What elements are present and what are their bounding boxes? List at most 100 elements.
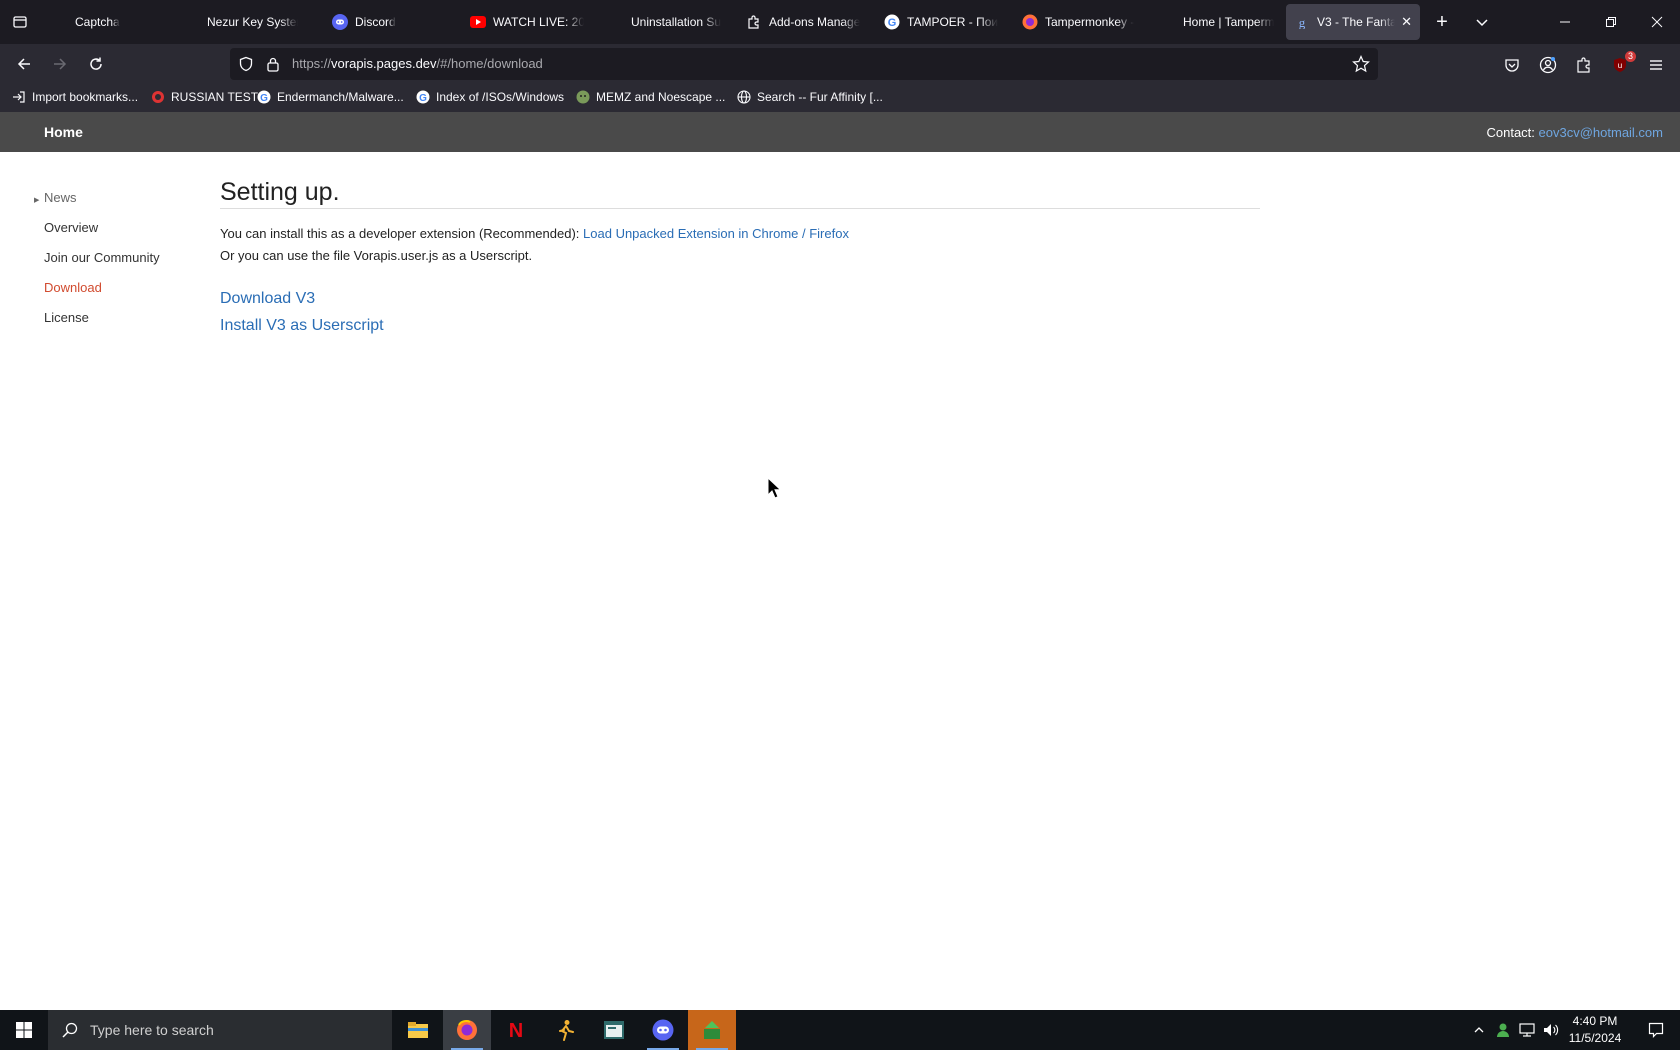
running-man-icon[interactable]: [541, 1010, 589, 1050]
forward-arrow-icon[interactable]: [46, 50, 74, 78]
tab-nezur[interactable]: Nezur Key System - C: [176, 4, 306, 40]
url-prefix: https://: [292, 56, 332, 71]
sidebar-item-license[interactable]: License: [44, 310, 89, 325]
blank-favicon: [1160, 14, 1176, 30]
caret-right-icon: ▶: [34, 197, 40, 204]
restore-icon[interactable]: [1588, 0, 1634, 44]
blank-favicon: [184, 14, 200, 30]
minimize-icon[interactable]: [1542, 0, 1588, 44]
google-favicon: G: [884, 14, 900, 30]
netflix-icon[interactable]: N: [492, 1010, 540, 1050]
search-icon: [62, 1022, 78, 1038]
contact-email-link[interactable]: eov3cv@hotmail.com: [1539, 125, 1663, 140]
volume-icon[interactable]: [1540, 1010, 1562, 1050]
file-explorer-icon[interactable]: [394, 1010, 442, 1050]
bookmark-memz[interactable]: MEMZ and Noescape ...: [576, 90, 725, 104]
svg-text:N: N: [509, 1020, 523, 1041]
tab-title: Tampermonkey -: [1045, 15, 1135, 29]
bookmark-index-isos[interactable]: G Index of /ISOs/Windows: [416, 90, 564, 104]
show-hidden-icons-chevron-up-icon[interactable]: [1468, 1010, 1490, 1050]
sidebar-item-news[interactable]: News: [44, 190, 77, 205]
mouse-cursor-icon: [767, 476, 782, 504]
system-clock[interactable]: 4:40 PM 11/5/2024: [1560, 1013, 1630, 1047]
discord-icon[interactable]: [639, 1010, 687, 1050]
bookmark-label: MEMZ and Noescape ...: [596, 90, 726, 104]
sidebar-item-overview[interactable]: Overview: [44, 220, 98, 235]
tab-watch-live[interactable]: WATCH LIVE: 202: [462, 4, 592, 40]
tab-title: Home | Tamperm: [1183, 15, 1274, 29]
install-userscript-link[interactable]: Install V3 as Userscript: [220, 317, 384, 335]
windows-start-icon[interactable]: [0, 1010, 48, 1050]
tab-uninstallation[interactable]: Uninstallation Su: [600, 4, 730, 40]
tab-title: WATCH LIVE: 202: [493, 15, 584, 29]
g-favicon: g: [1294, 14, 1310, 30]
account-icon[interactable]: [1537, 54, 1559, 76]
bookmark-star-icon[interactable]: [1352, 55, 1370, 78]
installer-app-icon[interactable]: [688, 1010, 736, 1050]
user-tray-icon[interactable]: [1492, 1010, 1514, 1050]
taskbar: Type here to search N 4:40 PM 11/5/2024: [0, 1010, 1680, 1050]
bookmark-russian-test[interactable]: RUSSIAN TEST: [151, 90, 258, 104]
contact: Contact: eov3cv@hotmail.com: [1486, 125, 1663, 140]
tab-title: V3 - The Fantas: [1317, 15, 1396, 29]
bookmark-endermanch[interactable]: G Endermanch/Malware...: [257, 90, 404, 104]
close-tab-icon[interactable]: ✕: [1401, 14, 1412, 30]
back-arrow-icon[interactable]: [10, 50, 38, 78]
tab-captcha[interactable]: Captcha: [44, 4, 174, 40]
tab-title: Captcha: [75, 15, 120, 29]
download-v3-link[interactable]: Download V3: [220, 290, 315, 308]
sidebar-item-download[interactable]: Download: [44, 280, 102, 295]
address-bar[interactable]: https://vorapis.pages.dev/#/home/downloa…: [230, 48, 1378, 80]
google-icon: G: [257, 90, 271, 104]
svg-text:g: g: [1299, 15, 1306, 29]
discord-favicon: [332, 14, 348, 30]
svg-text:G: G: [888, 17, 897, 29]
install-text: You can install this as a developer exte…: [220, 226, 580, 241]
bookmark-import[interactable]: Import bookmarks...: [12, 90, 138, 104]
extension-badge: 3: [1624, 51, 1636, 62]
ublock-icon[interactable]: u 3: [1609, 51, 1636, 76]
tab-home-tampermonkey[interactable]: Home | Tamperm: [1152, 4, 1282, 40]
bookmark-fur-affinity[interactable]: Search -- Fur Affinity [...: [737, 90, 883, 104]
url-path: /#/home/download: [436, 56, 543, 71]
home-link[interactable]: Home: [44, 124, 83, 140]
network-icon[interactable]: [1516, 1010, 1538, 1050]
close-window-icon[interactable]: [1634, 0, 1680, 44]
import-icon: [12, 90, 26, 104]
tab-addons[interactable]: Add-ons Manage: [738, 4, 868, 40]
clock-date: 11/5/2024: [1568, 1031, 1622, 1045]
app-window-icon[interactable]: [590, 1010, 638, 1050]
hamburger-menu-icon[interactable]: [1645, 54, 1667, 76]
tab-tampermonkey[interactable]: Tampermonkey -: [1014, 4, 1144, 40]
firefox-icon[interactable]: [443, 1010, 491, 1050]
shield-icon[interactable]: [238, 56, 254, 77]
svg-text:u: u: [1618, 61, 1622, 70]
notifications-icon[interactable]: [1636, 1010, 1676, 1050]
url-text[interactable]: https://vorapis.pages.dev/#/home/downloa…: [292, 56, 543, 71]
clock-time: 4:40 PM: [1572, 1014, 1618, 1028]
page-title: Setting up.: [220, 178, 340, 206]
globe-icon: [737, 90, 751, 104]
bookmark-label: Import bookmarks...: [32, 90, 139, 104]
bookmarks-toolbar: Import bookmarks... RUSSIAN TEST G Ender…: [0, 84, 1680, 112]
globe-icon: [151, 90, 165, 104]
chevron-down-icon[interactable]: [1470, 10, 1494, 34]
bookmark-label: Search -- Fur Affinity [...: [757, 90, 883, 104]
url-host: vorapis.pages.dev: [331, 56, 437, 71]
firefox-view-icon[interactable]: [8, 10, 32, 34]
reload-icon[interactable]: [82, 50, 110, 78]
lock-icon[interactable]: [266, 56, 280, 77]
tab-v3-active[interactable]: g V3 - The Fantas ✕: [1286, 4, 1420, 40]
sidebar-item-community[interactable]: Join our Community: [44, 250, 160, 265]
pocket-icon[interactable]: [1501, 54, 1523, 76]
puzzle-favicon: [746, 14, 762, 30]
site-header: Home Contact: eov3cv@hotmail.com: [0, 112, 1680, 152]
taskbar-search-box[interactable]: Type here to search: [48, 1010, 392, 1050]
tab-discord[interactable]: Discord: [324, 4, 454, 40]
extensions-icon[interactable]: [1573, 54, 1595, 76]
new-tab-icon[interactable]: +: [1430, 10, 1454, 34]
load-unpacked-link[interactable]: Load Unpacked Extension in Chrome / Fire…: [583, 226, 849, 241]
tab-title: Nezur Key System - C: [207, 15, 298, 29]
tab-tampoer[interactable]: G TAMPOER - Поис: [876, 4, 1006, 40]
svg-text:G: G: [419, 93, 427, 104]
